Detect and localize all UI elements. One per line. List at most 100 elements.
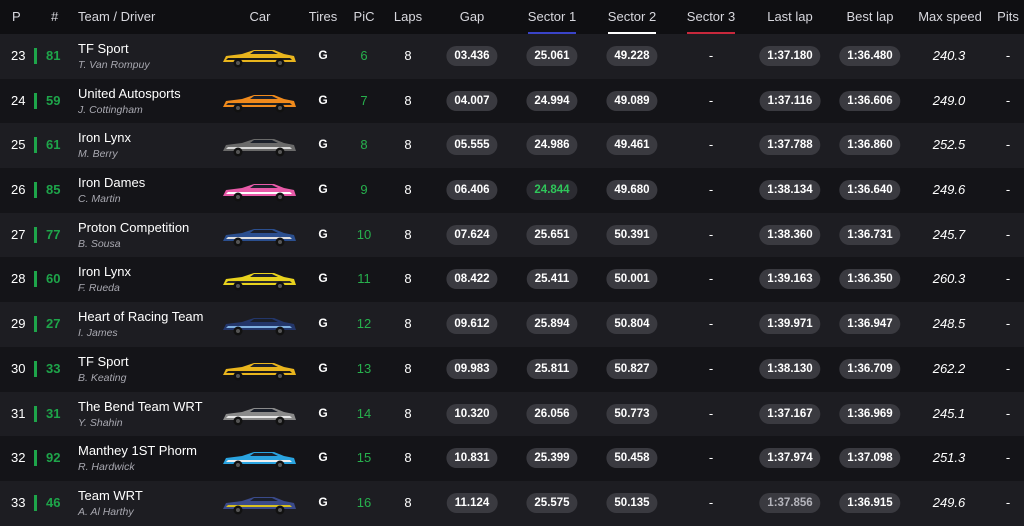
driver-name[interactable]: R. Hardwick <box>78 461 135 473</box>
col-pits[interactable]: Pits <box>997 9 1019 24</box>
sector2-time: 50.773 <box>606 403 658 424</box>
best-lap-time: 1:36.640 <box>839 180 901 201</box>
position: 25 <box>11 137 26 153</box>
team-name[interactable]: TF Sport <box>78 41 129 56</box>
driver-name[interactable]: M. Berry <box>78 148 118 160</box>
car-livery-icon <box>223 273 296 291</box>
table-row[interactable]: 29 27 Heart of Racing Team I. James G 12… <box>0 302 1024 347</box>
last-lap-time: 1:38.134 <box>759 180 821 201</box>
position: 26 <box>11 182 26 198</box>
team-name[interactable]: The Bend Team WRT <box>78 399 203 414</box>
sector2-time: 50.001 <box>606 269 658 290</box>
class-color-bar <box>34 360 37 377</box>
team-name[interactable]: Proton Competition <box>78 220 189 235</box>
pit-stops: - <box>1005 137 1011 153</box>
col-best-lap[interactable]: Best lap <box>847 9 894 24</box>
sector1-time: 25.575 <box>526 492 578 513</box>
table-row[interactable]: 27 77 Proton Competition B. Sousa G 10 8… <box>0 212 1024 258</box>
table-row[interactable]: 24 59 United Autosports J. Cottingham G … <box>0 78 1024 124</box>
class-color-bar <box>34 137 37 154</box>
col-sector1[interactable]: Sector 1 <box>528 9 576 24</box>
table-row[interactable]: 32 92 Manthey 1ST Phorm R. Hardwick G 15… <box>0 436 1024 481</box>
team-name[interactable]: Heart of Racing Team <box>78 309 204 324</box>
best-lap-time: 1:36.860 <box>839 135 901 156</box>
car-livery-icon <box>223 496 296 515</box>
team-name[interactable]: Team WRT <box>78 488 143 503</box>
car-number: 27 <box>46 316 61 332</box>
position: 27 <box>11 226 26 242</box>
driver-name[interactable]: I. James <box>78 327 118 339</box>
col-number[interactable]: # <box>51 9 58 24</box>
col-position[interactable]: P <box>12 9 21 24</box>
max-speed: 262.2 <box>932 360 966 376</box>
team-name[interactable]: Iron Lynx <box>78 130 131 145</box>
tire-compound: G <box>318 271 328 286</box>
table-row[interactable]: 30 33 TF Sport B. Keating G 13 8 09.983 … <box>0 346 1024 392</box>
position: 31 <box>11 405 26 421</box>
table-row[interactable]: 31 31 The Bend Team WRT Y. Shahin G 14 8… <box>0 391 1024 437</box>
table-header: P # Team / Driver Car Tires PiC Laps Gap… <box>0 0 1024 34</box>
last-lap-time: 1:37.180 <box>759 46 821 66</box>
team-name[interactable]: TF Sport <box>78 354 129 369</box>
car-number: 85 <box>46 182 61 198</box>
tire-compound: G <box>318 226 328 241</box>
driver-name[interactable]: F. Rueda <box>78 282 120 294</box>
table-row[interactable]: 23 81 TF Sport T. Van Rompuy G 6 8 03.43… <box>0 34 1024 79</box>
col-pic[interactable]: PiC <box>354 9 375 24</box>
table-row[interactable]: 28 60 Iron Lynx F. Rueda G 11 8 08.422 2… <box>0 257 1024 303</box>
col-team-driver[interactable]: Team / Driver <box>78 9 155 24</box>
col-last-lap[interactable]: Last lap <box>767 9 813 24</box>
sector1-time: 25.811 <box>526 358 578 379</box>
table-row[interactable]: 33 46 Team WRT A. Al Harthy G 16 8 11.12… <box>0 480 1024 526</box>
tire-compound: G <box>318 405 328 420</box>
position-in-class: 12 <box>356 316 372 332</box>
driver-name[interactable]: Y. Shahin <box>78 417 123 429</box>
class-color-bar <box>34 450 37 467</box>
sector2-time: 50.804 <box>606 314 658 335</box>
driver-name[interactable]: C. Martin <box>78 193 121 205</box>
position: 30 <box>11 360 26 376</box>
sector1-time: 24.986 <box>526 135 578 156</box>
team-name[interactable]: Iron Dames <box>78 175 145 190</box>
col-sector2[interactable]: Sector 2 <box>608 9 656 24</box>
team-name[interactable]: United Autosports <box>78 86 181 101</box>
last-lap-time: 1:37.116 <box>759 90 821 111</box>
col-sector3[interactable]: Sector 3 <box>687 9 735 24</box>
car-livery-icon <box>223 184 296 202</box>
col-car[interactable]: Car <box>250 9 271 24</box>
col-tires[interactable]: Tires <box>309 9 337 24</box>
position-in-class: 13 <box>356 360 372 376</box>
driver-name[interactable]: B. Sousa <box>78 238 121 250</box>
position: 24 <box>11 92 26 108</box>
tire-compound: G <box>318 494 328 509</box>
pit-stops: - <box>1005 494 1011 510</box>
gap-value: 06.406 <box>446 180 498 201</box>
sector3-time: - <box>708 405 714 421</box>
sector1-time: 24.844 <box>526 180 578 201</box>
gap-value: 09.612 <box>446 314 498 335</box>
last-lap-time: 1:37.167 <box>759 403 821 424</box>
max-speed: 245.1 <box>932 405 966 421</box>
gap-value: 10.320 <box>446 403 498 424</box>
position-in-class: 6 <box>360 48 368 63</box>
pit-stops: - <box>1005 316 1011 332</box>
driver-name[interactable]: B. Keating <box>78 372 126 384</box>
sector3-time: - <box>708 494 714 510</box>
car-livery-icon <box>223 50 296 68</box>
tire-compound: G <box>318 48 328 62</box>
team-name[interactable]: Manthey 1ST Phorm <box>78 443 197 458</box>
car-livery-icon <box>223 139 296 157</box>
sector3-time: - <box>708 48 714 63</box>
driver-name[interactable]: T. Van Rompuy <box>78 59 150 71</box>
col-laps[interactable]: Laps <box>394 9 422 24</box>
driver-name[interactable]: A. Al Harthy <box>78 506 134 518</box>
driver-name[interactable]: J. Cottingham <box>78 104 143 116</box>
position-in-class: 8 <box>360 137 368 153</box>
team-name[interactable]: Iron Lynx <box>78 264 131 279</box>
position-in-class: 15 <box>356 450 372 466</box>
col-max-speed[interactable]: Max speed <box>918 9 982 24</box>
col-gap[interactable]: Gap <box>460 9 485 24</box>
table-row[interactable]: 25 61 Iron Lynx M. Berry G 8 8 05.555 24… <box>0 123 1024 169</box>
table-row[interactable]: 26 85 Iron Dames C. Martin G 9 8 06.406 … <box>0 168 1024 213</box>
laps-count: 8 <box>404 405 412 421</box>
